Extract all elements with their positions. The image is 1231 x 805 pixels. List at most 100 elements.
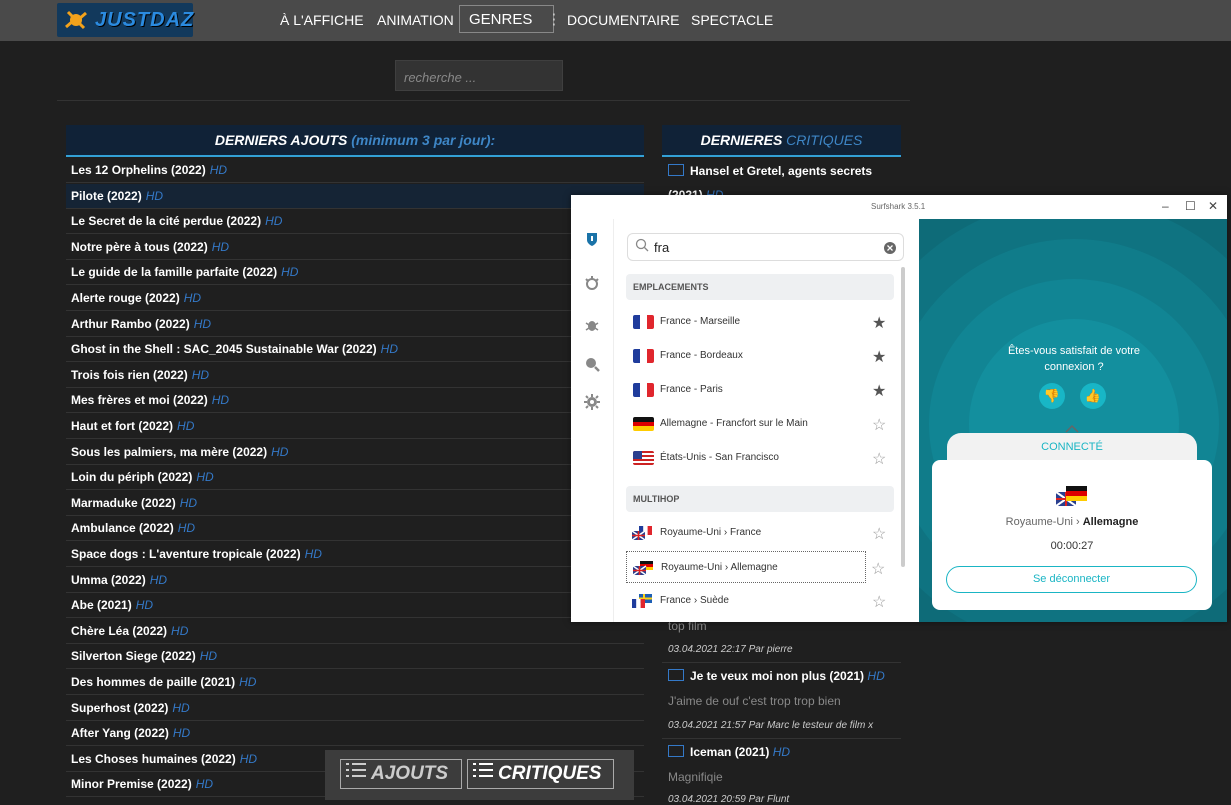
film-list-item[interactable]: Silverton Siege (2022) HD <box>66 644 644 670</box>
film-list-item[interactable]: Mes frères et moi (2022) HD <box>66 388 644 414</box>
multihop-item[interactable]: France › Suède ☆ <box>626 585 894 617</box>
thumbs-down-icon[interactable]: 👎 <box>1039 383 1065 409</box>
search-zoom-icon[interactable] <box>584 356 600 372</box>
hd-badge: HD <box>196 470 214 485</box>
film-title: Abe (2021) <box>71 598 132 613</box>
logo-icon <box>63 7 89 33</box>
film-list-item[interactable]: Le guide de la famille parfaite (2022) HD <box>66 260 644 286</box>
star-outline-icon[interactable]: ☆ <box>871 559 885 579</box>
film-list-item[interactable]: Marmaduke (2022) HD <box>66 491 644 516</box>
film-list-item[interactable]: Trois fois rien (2022) HD <box>66 363 644 388</box>
star-filled-icon[interactable]: ★ <box>872 381 886 401</box>
critique-title-link[interactable]: Je te veux moi non plus (2021) HD <box>668 669 885 683</box>
server-location-item[interactable]: Allemagne - Francfort sur le Main ☆ <box>626 408 894 440</box>
flag-fr-icon <box>633 383 654 397</box>
server-location-item[interactable]: États-Unis - San Francisco ☆ <box>626 442 894 474</box>
critique-text: J'aime de ouf c'est trop trop bien <box>668 694 841 708</box>
bug-icon[interactable] <box>584 317 600 333</box>
minimize-icon[interactable]: – <box>1162 199 1169 213</box>
server-location-item[interactable]: France - Bordeaux ★ <box>626 340 894 372</box>
film-title: Ambulance (2022) <box>71 521 174 536</box>
gear-icon[interactable] <box>584 394 600 410</box>
nav-a-l-affiche[interactable]: À L'AFFICHE <box>280 12 364 28</box>
server-search-input[interactable]: fra <box>627 233 904 261</box>
film-list-item[interactable]: Pilote (2022) HD <box>66 183 644 209</box>
multihop-item[interactable]: Royaume-Uni › France ☆ <box>626 517 894 549</box>
surfshark-window: Surfshark 3.5.1 – ☐ ✕ fra EMPLACEMENTS F… <box>571 195 1227 622</box>
hd-badge: HD <box>177 521 196 536</box>
critique-title-link[interactable]: Iceman (2021) HD <box>668 745 790 759</box>
satisfaction-question: Êtes-vous satisfait de votre connexion ? <box>1007 345 1141 373</box>
nav-genres-dropdown[interactable]: GENRES ⋮ <box>459 5 561 33</box>
film-list-item[interactable]: Arthur Rambo (2022) HD <box>66 312 644 337</box>
hd-badge: HD <box>193 316 212 331</box>
critiques-toggle-button[interactable]: CRITIQUES <box>467 759 614 789</box>
hd-badge: HD <box>145 188 164 203</box>
search-icon <box>635 238 649 257</box>
disconnect-button[interactable]: Se déconnecter <box>946 566 1197 593</box>
film-title: Haut et fort (2022) <box>71 419 174 433</box>
maximize-icon[interactable]: ☐ <box>1185 199 1196 213</box>
divider <box>662 662 901 663</box>
chevron-up-icon[interactable] <box>1064 421 1080 439</box>
film-list-item[interactable]: Le Secret de la cité perdue (2022) HD <box>66 209 644 235</box>
ajouts-toggle-button[interactable]: AJOUTS <box>340 759 462 789</box>
film-list-item[interactable]: Haut et fort (2022) HD <box>66 414 644 439</box>
nav-genres-label: GENRES <box>469 10 533 28</box>
server-location-name: France - Bordeaux <box>660 350 743 361</box>
hd-badge: HD <box>172 726 191 741</box>
film-list-item[interactable]: Space dogs : L'aventure tropicale (2022)… <box>66 542 644 567</box>
hd-badge: HD <box>195 777 214 792</box>
film-list-item[interactable]: Notre père à tous (2022) HD <box>66 235 644 260</box>
film-list-item[interactable]: Chère Léa (2022) HD <box>66 619 644 644</box>
hd-badge: HD <box>199 649 218 664</box>
window-titlebar[interactable]: Surfshark 3.5.1 – ☐ ✕ <box>571 195 1227 219</box>
film-list-item[interactable]: After Yang (2022) HD <box>66 721 644 747</box>
star-outline-icon[interactable]: ☆ <box>872 449 886 469</box>
film-title: Loin du périph (2022) <box>71 470 193 485</box>
more-dots-icon: ⋮ <box>546 11 562 28</box>
film-list-item[interactable]: Des hommes de paille (2021) HD <box>66 670 644 695</box>
scrollbar[interactable] <box>901 267 905 567</box>
search-value: fra <box>654 240 670 255</box>
star-outline-icon[interactable]: ☆ <box>872 524 886 544</box>
nav-documentaire[interactable]: DOCUMENTAIRE <box>567 12 680 28</box>
section-multihop: MULTIHOP <box>626 486 894 512</box>
nav-spectacle[interactable]: SPECTACLE <box>691 12 773 28</box>
site-logo[interactable]: JUSTDAZ <box>57 3 193 37</box>
film-list-item[interactable]: Superhost (2022) HD <box>66 696 644 721</box>
multihop-name: Royaume-Uni › Allemagne <box>661 562 778 573</box>
film-list-item[interactable]: Ambulance (2022) HD <box>66 516 644 542</box>
alert-icon[interactable] <box>584 275 600 291</box>
film-list-item[interactable]: Loin du périph (2022) HD <box>66 465 644 491</box>
star-filled-icon[interactable]: ★ <box>872 347 886 367</box>
thumbs-up-icon[interactable]: 👍 <box>1080 383 1106 409</box>
star-outline-icon[interactable]: ☆ <box>872 592 886 612</box>
hd-badge: HD <box>135 598 154 613</box>
server-location-item[interactable]: France - Paris ★ <box>626 374 894 406</box>
film-title: Alerte rouge (2022) <box>71 291 180 305</box>
section-emplacements: EMPLACEMENTS <box>626 274 894 300</box>
critique-title-link[interactable]: Hansel et Gretel, agents secrets <box>668 164 872 178</box>
close-icon[interactable]: ✕ <box>1208 199 1218 213</box>
search-input[interactable]: recherche ... <box>395 60 563 91</box>
shield-icon[interactable] <box>584 231 600 247</box>
film-list-item[interactable]: Umma (2022) HD <box>66 568 644 593</box>
film-title: Les 12 Orphelins (2022) <box>71 163 206 177</box>
star-filled-icon[interactable]: ★ <box>872 313 886 333</box>
film-list-item[interactable]: Sous les palmiers, ma mère (2022) HD <box>66 440 644 465</box>
film-list-item[interactable]: Ghost in the Shell : SAC_2045 Sustainabl… <box>66 337 644 363</box>
film-list-item[interactable]: Abe (2021) HD <box>66 593 644 619</box>
star-outline-icon[interactable]: ☆ <box>872 415 886 435</box>
clear-search-icon[interactable] <box>884 241 896 259</box>
nav-animation[interactable]: ANIMATION <box>377 12 454 28</box>
server-location-item[interactable]: France - Marseille ★ <box>626 306 894 338</box>
server-location-name: France - Paris <box>660 384 723 395</box>
hd-badge: HD <box>209 163 228 177</box>
flag-uk-fr-icon <box>631 526 652 541</box>
film-list-item[interactable]: Les 12 Orphelins (2022) HD <box>66 158 644 183</box>
hd-badge: HD <box>211 239 230 254</box>
hd-badge: HD <box>265 214 283 229</box>
multihop-item[interactable]: Royaume-Uni › Allemagne ☆ <box>626 551 885 583</box>
film-list-item[interactable]: Alerte rouge (2022) HD <box>66 286 644 311</box>
